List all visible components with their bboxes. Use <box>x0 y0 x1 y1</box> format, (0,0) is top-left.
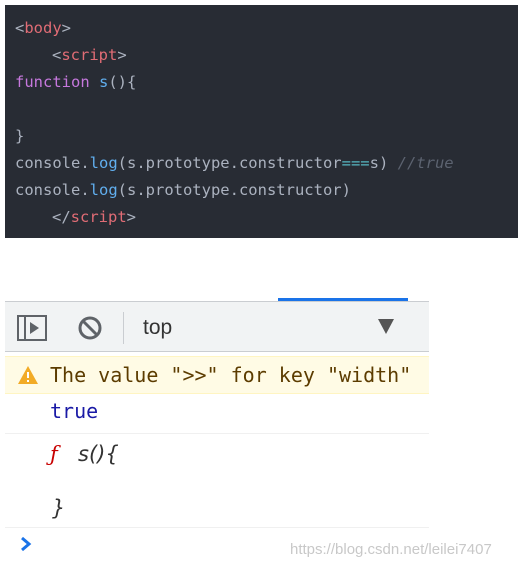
log-value-boolean: true <box>50 399 99 423</box>
code-token: (s.prototype.constructor <box>117 154 342 172</box>
context-selector[interactable]: top <box>133 310 413 346</box>
code-token: </ <box>52 208 71 226</box>
code-token: < <box>15 19 25 37</box>
code-line-1: <body> <box>15 15 71 42</box>
code-operator: === <box>341 154 370 172</box>
function-prefix: ƒ <box>50 442 58 466</box>
dropdown-arrow-icon <box>378 319 394 334</box>
devtools-console: top The value ">>" for key "width" true … <box>5 298 429 570</box>
function-signature: s(){ <box>78 442 119 466</box>
code-keyword-function: function <box>15 73 90 91</box>
code-token: console. <box>15 154 90 172</box>
console-log-row[interactable]: true <box>5 394 429 434</box>
code-tag-script-close: script <box>70 208 127 226</box>
toolbar-separator <box>123 312 124 344</box>
code-line-5: } <box>15 123 24 150</box>
sidebar-toggle-icon[interactable] <box>17 315 47 341</box>
prompt-chevron-icon <box>21 536 32 552</box>
code-token: console. <box>15 181 90 199</box>
code-method-log: log <box>89 181 118 199</box>
warning-icon <box>18 366 38 384</box>
console-warning-message[interactable]: The value ">>" for key "width" <box>5 356 429 394</box>
code-token: (s.prototype.constructor) <box>117 181 351 199</box>
warning-text: The value ">>" for key "width" <box>50 363 412 387</box>
code-function-name: s <box>99 73 109 91</box>
clear-console-icon[interactable] <box>75 315 105 341</box>
code-token: s) <box>369 154 398 172</box>
code-line-8: </script> <box>52 204 136 231</box>
console-log-row[interactable]: ƒ s(){ } <box>5 434 429 528</box>
code-tag-script: script <box>61 46 118 64</box>
context-selector-value: top <box>143 316 173 339</box>
code-line-2: <script> <box>52 42 127 69</box>
code-snippet: <body> <script> function s(){ } console.… <box>5 5 518 238</box>
code-token: > <box>126 208 137 226</box>
console-toolbar: top <box>5 302 429 352</box>
code-token: > <box>61 19 72 37</box>
code-token: } <box>15 127 25 145</box>
code-token: > <box>117 46 127 64</box>
function-close-brace: } <box>52 496 66 520</box>
code-tag-body: body <box>24 19 62 37</box>
watermark: https://blog.csdn.net/leilei7407 <box>290 541 492 558</box>
code-method-log: log <box>89 154 118 172</box>
code-line-3: function s(){ <box>15 69 136 96</box>
code-line-6: console.log(s.prototype.constructor===s)… <box>15 150 454 177</box>
code-line-7: console.log(s.prototype.constructor) <box>15 177 351 204</box>
code-token: (){ <box>108 73 137 91</box>
code-token: < <box>52 46 62 64</box>
code-comment: //true <box>397 154 454 172</box>
